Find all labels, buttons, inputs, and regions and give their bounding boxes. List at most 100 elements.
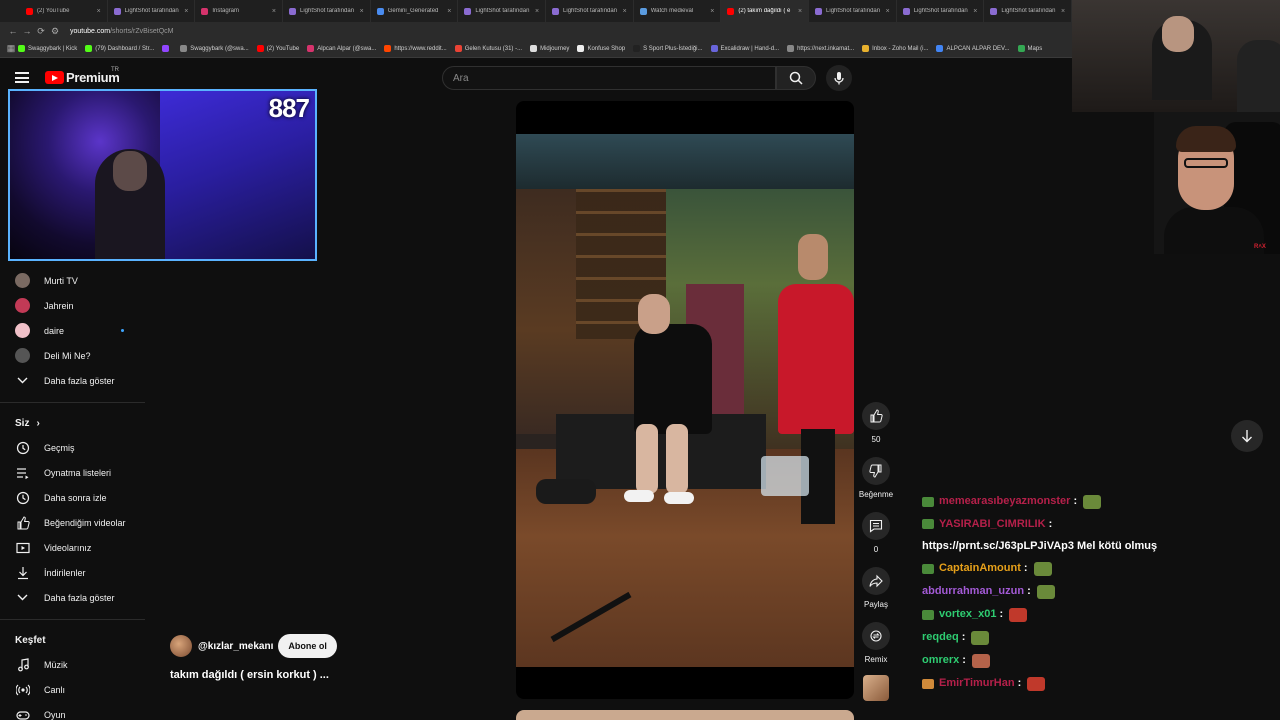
- bookmark-item[interactable]: (2) YouTube: [256, 45, 299, 52]
- apps-icon[interactable]: ▦: [4, 43, 18, 54]
- browser-tab[interactable]: LightShot tarafından ×: [897, 0, 985, 22]
- bookmark-label: https://www.reddit...: [394, 45, 447, 52]
- chat-emote-icon: [971, 630, 990, 645]
- chat-emote-icon: [1083, 494, 1102, 509]
- show-more-you[interactable]: Daha fazla göster: [0, 585, 145, 610]
- dislike-button[interactable]: [862, 457, 890, 485]
- shorts-video-player[interactable]: [516, 101, 854, 699]
- site-info-icon[interactable]: ⚙: [48, 26, 62, 37]
- sidebar-item-live[interactable]: Canlı: [0, 677, 145, 702]
- search-input[interactable]: [443, 67, 775, 89]
- browser-tab[interactable]: LightShot tarafından ×: [108, 0, 196, 22]
- webcam-counter: 887: [268, 93, 310, 123]
- bookmark-favicon-icon: [307, 45, 315, 52]
- browser-tab[interactable]: (2) takım dağıldı ( e ×: [721, 0, 810, 22]
- remix-button[interactable]: [862, 622, 890, 650]
- close-tab-icon[interactable]: ×: [272, 8, 276, 15]
- menu-icon[interactable]: [15, 72, 29, 83]
- sidebar-item-download[interactable]: İndirilenler: [0, 560, 145, 585]
- chat-username: memearasıbeyazmonster: [939, 495, 1071, 507]
- show-more-subscriptions[interactable]: Daha fazla göster: [0, 368, 145, 393]
- share-button[interactable]: [862, 567, 890, 595]
- bookmark-item[interactable]: Gelen Kutusu (31) -...: [454, 45, 522, 52]
- sidebar-item-music[interactable]: Müzik: [0, 652, 145, 677]
- reload-icon[interactable]: ⟳: [34, 26, 48, 37]
- short-title[interactable]: takım dağıldı ( ersin korkut ) ...: [170, 669, 329, 681]
- browser-tab[interactable]: LightShot tarafından ×: [809, 0, 897, 22]
- bookmark-item[interactable]: [162, 45, 172, 52]
- bookmark-item[interactable]: Midjourney: [530, 45, 569, 52]
- subscription-item[interactable]: Murti TV: [0, 268, 145, 293]
- subscription-item[interactable]: Jahrein: [0, 293, 145, 318]
- sidebar-item-watch-later[interactable]: Daha sonra izle: [0, 485, 145, 510]
- bookmark-item[interactable]: ALPCAN ALPAR DEV...: [936, 45, 1010, 52]
- bookmark-item[interactable]: Inbox - Zoho Mail (i...: [862, 45, 928, 52]
- close-tab-icon[interactable]: ×: [447, 8, 451, 15]
- remix-action: Remix: [861, 622, 891, 664]
- close-tab-icon[interactable]: ×: [623, 8, 627, 15]
- next-video-button[interactable]: [1231, 420, 1263, 452]
- subscription-item[interactable]: Deli Mi Ne?: [0, 343, 145, 368]
- bookmark-favicon-icon: [1017, 45, 1025, 52]
- new-content-dot: [121, 329, 124, 332]
- channel-avatar[interactable]: [170, 635, 192, 657]
- browser-tab[interactable]: (2) YouTube ×: [20, 0, 108, 22]
- chat-message: memearasıbeyazmonster:: [922, 490, 1277, 513]
- bookmark-item[interactable]: https://next.inkamat...: [787, 45, 854, 52]
- sidebar-item-history[interactable]: Geçmiş: [0, 435, 145, 460]
- tab-label: LightShot tarafından: [826, 8, 881, 14]
- bookmark-item[interactable]: Konfuse Shop: [577, 45, 625, 52]
- subscription-item[interactable]: daire: [0, 318, 145, 343]
- voice-search-button[interactable]: [826, 65, 852, 91]
- bookmark-item[interactable]: Swaggybark (@swa...: [180, 45, 249, 52]
- tab-favicon-icon: [902, 7, 910, 15]
- forward-icon[interactable]: →: [20, 26, 34, 36]
- like-icon: [15, 515, 30, 530]
- channel-name[interactable]: @kızlar_mekanı: [198, 641, 273, 652]
- close-tab-icon[interactable]: ×: [973, 8, 977, 15]
- sidebar-item-playlist[interactable]: Oynatma listeleri: [0, 460, 145, 485]
- tab-label: LightShot tarafından: [475, 8, 530, 14]
- comments-button[interactable]: [862, 512, 890, 540]
- sidebar-item-label: Canlı: [44, 684, 66, 695]
- close-tab-icon[interactable]: ×: [535, 8, 539, 15]
- sidebar-item-label: Müzik: [44, 659, 68, 670]
- search-button[interactable]: [776, 66, 816, 90]
- browser-tab[interactable]: LightShot tarafından ×: [984, 0, 1073, 22]
- browser-tab[interactable]: Gemini_Generated ×: [371, 0, 459, 22]
- browser-tab[interactable]: LightShot tarafından ×: [283, 0, 371, 22]
- bookmark-item[interactable]: S Sport Plus-İstediği...: [633, 45, 703, 52]
- subscribe-button[interactable]: Abone ol: [278, 634, 337, 658]
- close-tab-icon[interactable]: ×: [710, 8, 714, 15]
- youtube-premium-logo[interactable]: Premium TR: [45, 67, 120, 85]
- you-section-heading[interactable]: Siz ›: [0, 412, 145, 435]
- bookmark-item[interactable]: (79) Dashboard / Str...: [85, 45, 154, 52]
- bookmark-item[interactable]: Excalidraw | Hand-d...: [710, 45, 779, 52]
- browser-tab[interactable]: Watch medieval ×: [634, 0, 722, 22]
- tab-label: Gemini_Generated: [387, 8, 439, 14]
- chat-colon: :: [999, 608, 1004, 620]
- close-tab-icon[interactable]: ×: [1061, 8, 1065, 15]
- sidebar-item-your-videos[interactable]: Videolarınız: [0, 535, 145, 560]
- close-tab-icon[interactable]: ×: [97, 8, 101, 15]
- browser-tab[interactable]: Instagram ×: [195, 0, 284, 22]
- sound-thumbnail[interactable]: [863, 675, 889, 701]
- bookmark-item[interactable]: https://www.reddit...: [384, 45, 447, 52]
- bookmark-item[interactable]: Swaggybark | Kick: [18, 45, 77, 52]
- bookmark-item[interactable]: Maps: [1017, 45, 1042, 52]
- youtube-play-icon: [45, 71, 64, 84]
- back-icon[interactable]: ←: [6, 26, 20, 36]
- close-tab-icon[interactable]: ×: [798, 8, 802, 15]
- close-tab-icon[interactable]: ×: [360, 8, 364, 15]
- chat-text: https://prnt.sc/J63pLPJiVAp3 Mel kötü ol…: [922, 540, 1158, 552]
- browser-tab[interactable]: LightShot tarafından ×: [458, 0, 547, 22]
- url-field[interactable]: youtube.com/shorts/rZvBisetQcM: [70, 28, 174, 35]
- like-button[interactable]: [862, 402, 890, 430]
- browser-tab[interactable]: LightShot tarafından ×: [546, 0, 634, 22]
- sidebar-item-gaming[interactable]: Oyun: [0, 702, 145, 720]
- next-short-preview[interactable]: [516, 710, 854, 720]
- close-tab-icon[interactable]: ×: [886, 8, 890, 15]
- sidebar-item-like[interactable]: Beğendiğim videolar: [0, 510, 145, 535]
- bookmark-item[interactable]: Alpcan Alpar (@swa...: [307, 45, 376, 52]
- close-tab-icon[interactable]: ×: [184, 8, 188, 15]
